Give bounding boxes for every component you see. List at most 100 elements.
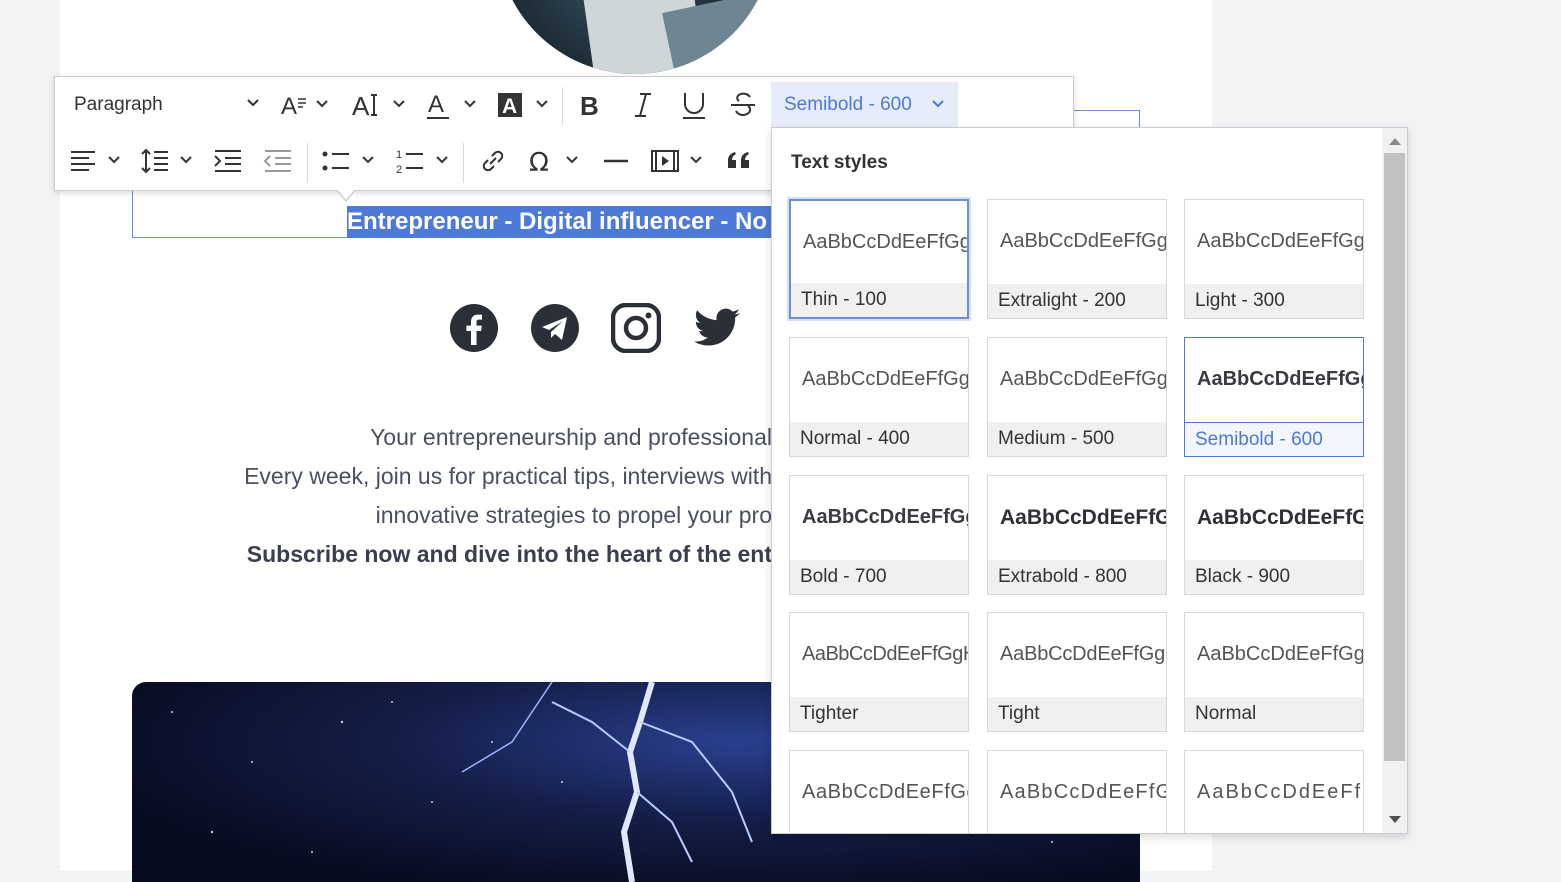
style-preview-text: AaBbCcDdEeFfGg	[802, 368, 969, 390]
telegram-icon[interactable]	[530, 303, 580, 353]
style-label: Black - 900	[1185, 560, 1363, 594]
media-icon	[651, 150, 702, 172]
special-characters-icon: Ω	[529, 148, 578, 176]
link-button[interactable]	[480, 141, 506, 181]
twitter-icon[interactable]	[692, 303, 742, 353]
svg-text:A: A	[502, 95, 517, 118]
numbered-list-icon: 1 2	[396, 149, 448, 176]
style-preview-text: AaBbCcDdEeFfGg	[802, 781, 969, 803]
text-style-option[interactable]: AaBbCcDdEeFfGg	[789, 750, 969, 833]
indent-icon	[214, 150, 241, 172]
outdent-button[interactable]	[263, 141, 293, 181]
svg-text:2: 2	[396, 164, 402, 176]
text-style-option[interactable]: AaBbCcDdEeFfG	[987, 750, 1167, 833]
italic-icon	[635, 93, 651, 117]
numbered-list-button[interactable]: 1 2	[395, 141, 455, 181]
italic-button[interactable]	[631, 85, 655, 125]
text-style-option[interactable]: AaBbCcDdEeFfGg Thin - 100	[789, 199, 969, 319]
bulleted-list-icon	[322, 151, 374, 171]
special-characters-button[interactable]: Ω	[529, 141, 585, 181]
link-icon	[482, 150, 504, 172]
description-line-2: Every week, join us for practical tips, …	[244, 463, 772, 489]
style-preview-text: AaBbCcDdEeFfGg	[802, 506, 969, 528]
line-height-icon	[141, 148, 192, 174]
style-preview-text: AaBbCcDdEeFfGgH	[1000, 643, 1167, 665]
paragraph-dropdown[interactable]: Paragraph	[65, 85, 260, 125]
paragraph-label: Paragraph	[74, 94, 163, 115]
text-style-option[interactable]: AaBbCcDdEeFfGg Bold - 700	[789, 475, 969, 595]
style-preview-text: AaBbCcDdEeFfGg	[1000, 230, 1167, 252]
style-label: Bold - 700	[790, 560, 968, 594]
font-color-icon: A	[427, 91, 476, 119]
text-size-icon: A	[352, 91, 405, 120]
style-preview-text: AaBbCcDdEeFfGg	[1197, 230, 1364, 252]
scroll-down-icon[interactable]	[1389, 816, 1401, 823]
alignment-button[interactable]	[69, 141, 125, 181]
scroll-thumb[interactable]	[1384, 153, 1405, 761]
text-style-option[interactable]: AaBbCcDdEeFfGgH Tight	[987, 612, 1167, 732]
text-style-option[interactable]: AaBbCcDdEeFfGg Extralight - 200	[987, 199, 1167, 319]
style-label: Normal - 400	[790, 422, 968, 456]
text-style-option[interactable]: AaBbCcDdEeFfGg Light - 300	[1184, 199, 1364, 319]
text-style-option[interactable]: AaBbCcDdEeFfGg Semibold - 600	[1184, 337, 1364, 457]
style-label: Light - 300	[1185, 284, 1363, 318]
description-line-1: Your entrepreneurship and professional	[370, 424, 772, 450]
blockquote-icon	[728, 152, 749, 168]
panel-title: Text styles	[791, 152, 888, 173]
text-styles-panel: Text styles AaBbCcDdEeFfGg Thin - 100 AaBb…	[771, 127, 1408, 834]
scroll-up-icon[interactable]	[1389, 138, 1401, 145]
style-preview-text: AaBbCcDdEeFfGg	[1000, 368, 1167, 390]
strikethrough-button[interactable]	[729, 85, 757, 125]
media-button[interactable]	[651, 141, 707, 181]
strikethrough-icon	[731, 92, 755, 116]
font-weight-label: Semibold - 600	[784, 94, 912, 115]
blockquote-button[interactable]	[726, 141, 754, 181]
chevron-down-icon	[932, 100, 944, 108]
text-style-option[interactable]: AaBbCcDdEeFfGg Medium - 500	[987, 337, 1167, 457]
background-color-icon: A	[498, 93, 548, 118]
style-preview-text: AaBbCcDdEeFfG	[1000, 781, 1167, 803]
svg-text:A: A	[428, 91, 444, 118]
style-preview-text: AaBbCcDdEeFfGg	[1197, 643, 1364, 665]
underline-button[interactable]	[681, 85, 707, 125]
style-label: Semibold - 600	[1185, 422, 1363, 456]
style-label: Medium - 500	[988, 422, 1166, 456]
text-style-option[interactable]: AaBbCcDdEeFfGg Normal	[1184, 612, 1364, 732]
background-color-button[interactable]: A	[497, 85, 553, 125]
text-style-option[interactable]: AaBbCcDdEeFf	[1184, 750, 1364, 833]
text-style-option[interactable]: AaBbCcDdEeFfGg Extrabold - 800	[987, 475, 1167, 595]
style-label: Tight	[988, 697, 1166, 731]
style-preview-text: AaBbCcDdEeFfGg	[1000, 506, 1167, 529]
svg-text:B: B	[580, 91, 599, 120]
indent-button[interactable]	[213, 141, 243, 181]
instagram-icon[interactable]	[611, 303, 661, 353]
style-label: Extrabold - 800	[988, 560, 1166, 594]
description-bold-line: Subscribe now and dive into the heart of…	[246, 541, 772, 567]
bold-icon: B	[580, 91, 599, 120]
style-label: Thin - 100	[791, 283, 967, 317]
text-size-button[interactable]: A	[352, 85, 408, 125]
horizontal-line-button[interactable]	[603, 141, 629, 181]
style-preview-text: AaBbCcDdEeFf	[1197, 781, 1363, 803]
bold-button[interactable]: B	[579, 85, 603, 125]
panel-scrollbar[interactable]	[1382, 128, 1407, 833]
svg-text:A: A	[352, 91, 370, 120]
font-weight-dropdown[interactable]: Semibold - 600	[771, 82, 958, 128]
text-style-option[interactable]: AaBbCcDdEeFfGg Normal - 400	[789, 337, 969, 457]
style-preview-text: AaBbCcDdEeFfGg	[803, 231, 969, 253]
style-preview-text: AaBbCcDdEeFfGg	[1197, 368, 1364, 390]
style-preview-text: AaBbCcDdEeFfGg	[1197, 506, 1364, 529]
svg-text:Ω: Ω	[529, 148, 549, 176]
svg-text:1: 1	[396, 149, 402, 161]
text-style-option[interactable]: AaBbCcDdEeFfGg Black - 900	[1184, 475, 1364, 595]
font-color-button[interactable]: A	[427, 85, 479, 125]
horizontal-line-icon	[604, 159, 628, 163]
facebook-icon[interactable]	[449, 303, 499, 353]
bulleted-list-button[interactable]	[321, 141, 381, 181]
text-style-option[interactable]: AaBbCcDdEeFfGgH Tighter	[789, 612, 969, 732]
font-size-icon: A	[281, 93, 328, 120]
underline-icon	[683, 93, 705, 119]
line-height-button[interactable]	[141, 141, 197, 181]
selected-heading-text[interactable]: Entrepreneur - Digital influencer - No	[347, 206, 773, 238]
font-size-button[interactable]: A	[281, 85, 331, 125]
